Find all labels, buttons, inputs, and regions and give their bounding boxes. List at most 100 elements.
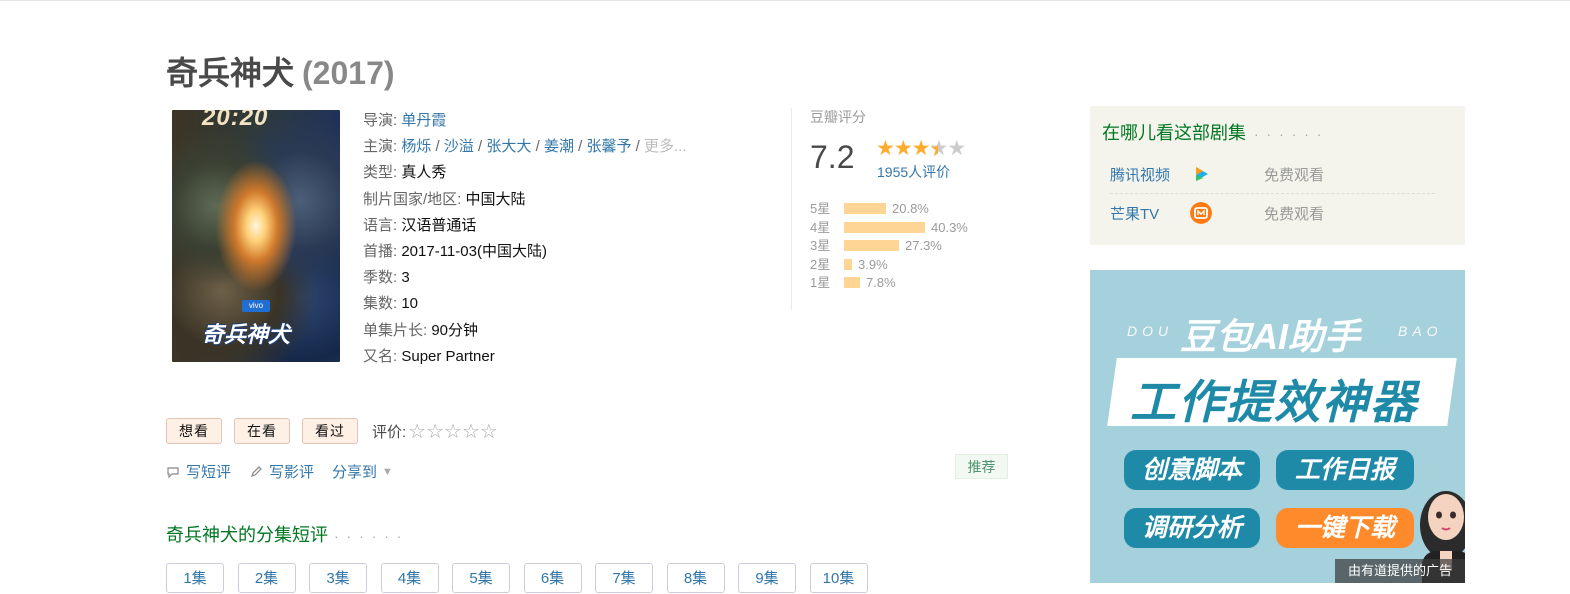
rating-bar-label: 2星 — [810, 256, 831, 272]
star-full-icon: ★ — [893, 137, 913, 160]
rating-bar-row: 3星 27.3% — [810, 235, 968, 254]
ad-dou-text: DOU — [1127, 323, 1174, 339]
info-cast: 主演: 杨烁 / 沙溢 / 张大大 / 姜潮 / 张馨予 / 更多... — [363, 138, 687, 156]
info-premiere: 首播: 2017-11-03(中国大陆) — [363, 243, 547, 261]
cast-link[interactable]: 杨烁 — [401, 138, 431, 155]
watching-button[interactable]: 在看 — [234, 418, 290, 444]
write-review-link[interactable]: 写影评 — [249, 461, 314, 482]
want-button[interactable]: 想看 — [166, 418, 222, 444]
cast-more-link[interactable]: 更多... — [644, 138, 687, 155]
rating-bar-label: 1星 — [810, 275, 831, 290]
title-year: (2017) — [302, 55, 395, 91]
episode-button[interactable]: 2集 — [237, 563, 296, 593]
episode-button[interactable]: 9集 — [738, 563, 796, 593]
poster-brand-logo: vivo — [242, 300, 270, 312]
mango-tv-icon — [1190, 202, 1212, 224]
info-episodes: 集数: 10 — [363, 295, 419, 313]
rating-bar-percent: 3.9% — [858, 256, 888, 272]
poster-image[interactable]: 20:20 vivo 奇兵神犬 — [172, 110, 340, 362]
rating-bar — [844, 203, 886, 214]
rating-bar-percent: 40.3% — [931, 219, 968, 235]
info-genre: 类型: 真人秀 — [363, 164, 447, 182]
episode-button[interactable]: 7集 — [595, 563, 653, 593]
ad-banner-text: 工作提效神器 — [1130, 376, 1418, 428]
provider-name[interactable]: 芒果TV — [1110, 203, 1190, 224]
episode-comments-title[interactable]: 奇兵神犬的分集短评 · · · · · · — [166, 521, 403, 547]
cast-link[interactable]: 张馨予 — [586, 138, 631, 155]
cast-link[interactable]: 姜潮 — [544, 138, 574, 155]
rating-bar-label: 3星 — [810, 238, 831, 253]
cast-link[interactable]: 张大大 — [486, 138, 531, 155]
ad-bao-text: BAO — [1398, 323, 1443, 339]
rating-divider — [791, 108, 792, 310]
episode-button[interactable]: 5集 — [452, 563, 510, 593]
watched-button[interactable]: 看过 — [302, 418, 358, 444]
provider-row-tencent[interactable]: 腾讯视频 免费观看 — [1110, 155, 1435, 194]
ad-pill: 工作日报 — [1276, 450, 1414, 490]
rating-bar-percent: 7.8% — [866, 275, 896, 290]
director-link[interactable]: 单丹霞 — [401, 112, 446, 129]
rating-bar-row: 4星 40.3% — [810, 217, 968, 236]
star-full-icon: ★ — [876, 137, 895, 160]
recommend-button[interactable]: 推荐 — [955, 454, 1008, 479]
provider-price[interactable]: 免费观看 — [1264, 164, 1324, 185]
rating-bar-row: 2星 3.9% — [810, 254, 968, 273]
pencil-icon — [251, 465, 262, 477]
where-to-watch-title: 在哪儿看这部剧集 · · · · · · — [1102, 123, 1324, 143]
tencent-video-icon — [1196, 167, 1208, 181]
interest-actions: 想看 在看 看过 评价: ☆☆☆☆☆ — [166, 418, 498, 444]
star-empty-icon: ★ — [947, 137, 966, 160]
star-half-icon: ★★ — [929, 137, 948, 161]
rating-count-link[interactable]: 1955人评价 — [877, 162, 950, 182]
info-language: 语言: 汉语普通话 — [363, 216, 477, 234]
episode-button[interactable]: 8集 — [666, 563, 725, 593]
provider-row-mango[interactable]: 芒果TV 免费观看 — [1110, 194, 1435, 232]
episode-button[interactable]: 1集 — [166, 563, 224, 593]
star-full-icon: ★ — [911, 137, 931, 160]
rate-label: 评价: — [372, 423, 407, 441]
rating-bar-percent: 27.3% — [905, 238, 942, 253]
ad-pill: 调研分析 — [1124, 508, 1260, 548]
rating-bar-label: 5星 — [810, 201, 831, 216]
poster-title: 奇兵神犬 — [202, 322, 291, 347]
advertisement-banner[interactable]: DOU BAO 豆包AI助手 工作提效神器 创意脚本 工作日报 调研分析 一键下… — [1090, 270, 1465, 583]
cast-link[interactable]: 沙溢 — [444, 138, 474, 155]
rating-bar-percent: 20.8% — [892, 201, 929, 216]
episode-button[interactable]: 6集 — [523, 563, 582, 593]
chevron-down-icon: ▼ — [382, 465, 393, 478]
page-title: 奇兵神犬 (2017) — [166, 48, 395, 94]
subject-info: 导演: 单丹霞 主演: 杨烁 / 沙溢 / 张大大 / 姜潮 / 张馨予 / 更… — [363, 108, 687, 370]
info-runtime: 单集片长: 90分钟 — [363, 321, 479, 339]
rating-score: 7.2 — [810, 139, 855, 175]
rating-bar — [844, 258, 852, 270]
provider-name[interactable]: 腾讯视频 — [1110, 164, 1190, 185]
rating-bar — [844, 221, 925, 233]
where-to-watch-panel: 在哪儿看这部剧集 · · · · · · 腾讯视频 免费观看 芒果TV 免费观看 — [1090, 106, 1465, 245]
rating-bar — [844, 277, 860, 288]
top-divider — [0, 0, 1570, 1]
rating-bar-row: 1星 7.8% — [810, 272, 968, 291]
info-aka: 又名: Super Partner — [363, 347, 495, 365]
info-seasons: 季数: 3 — [363, 269, 410, 287]
episode-button[interactable]: 3集 — [309, 563, 367, 593]
provider-price[interactable]: 免费观看 — [1264, 203, 1324, 224]
ad-pill: 创意脚本 — [1124, 450, 1260, 490]
poster-top-text: 20:20 — [202, 110, 269, 131]
share-dropdown[interactable]: 分享到 ▼ — [332, 461, 393, 482]
rating-bar — [844, 240, 899, 251]
review-links: 写短评 写影评 分享到 ▼ — [166, 461, 411, 482]
episode-button[interactable]: 4集 — [380, 563, 439, 593]
ad-pill-highlight: 一键下载 — [1276, 508, 1414, 548]
write-short-review-link[interactable]: 写短评 — [166, 461, 231, 482]
rating-breakdown: 5星 20.8% 4星 40.3% 3星 27.3% 2星 3.9% 1星 7.8% — [810, 198, 968, 291]
rating-title: 豆瓣评分 — [810, 109, 866, 125]
title-name: 奇兵神犬 — [166, 55, 295, 91]
rating-bar-label: 4星 — [810, 219, 831, 235]
rate-stars-input[interactable]: ☆☆☆☆☆ — [408, 419, 498, 444]
episode-button[interactable]: 10集 — [809, 563, 868, 593]
episode-list: 1集 2集 3集 4集 5集 6集 7集 8集 9集 10集 — [166, 563, 881, 593]
comment-icon — [167, 466, 179, 478]
rating-stars-icon: ★★★★★★ — [876, 136, 966, 161]
rating-bar-row: 5星 20.8% — [810, 198, 968, 217]
ad-headline: 豆包AI助手 — [1180, 316, 1361, 357]
